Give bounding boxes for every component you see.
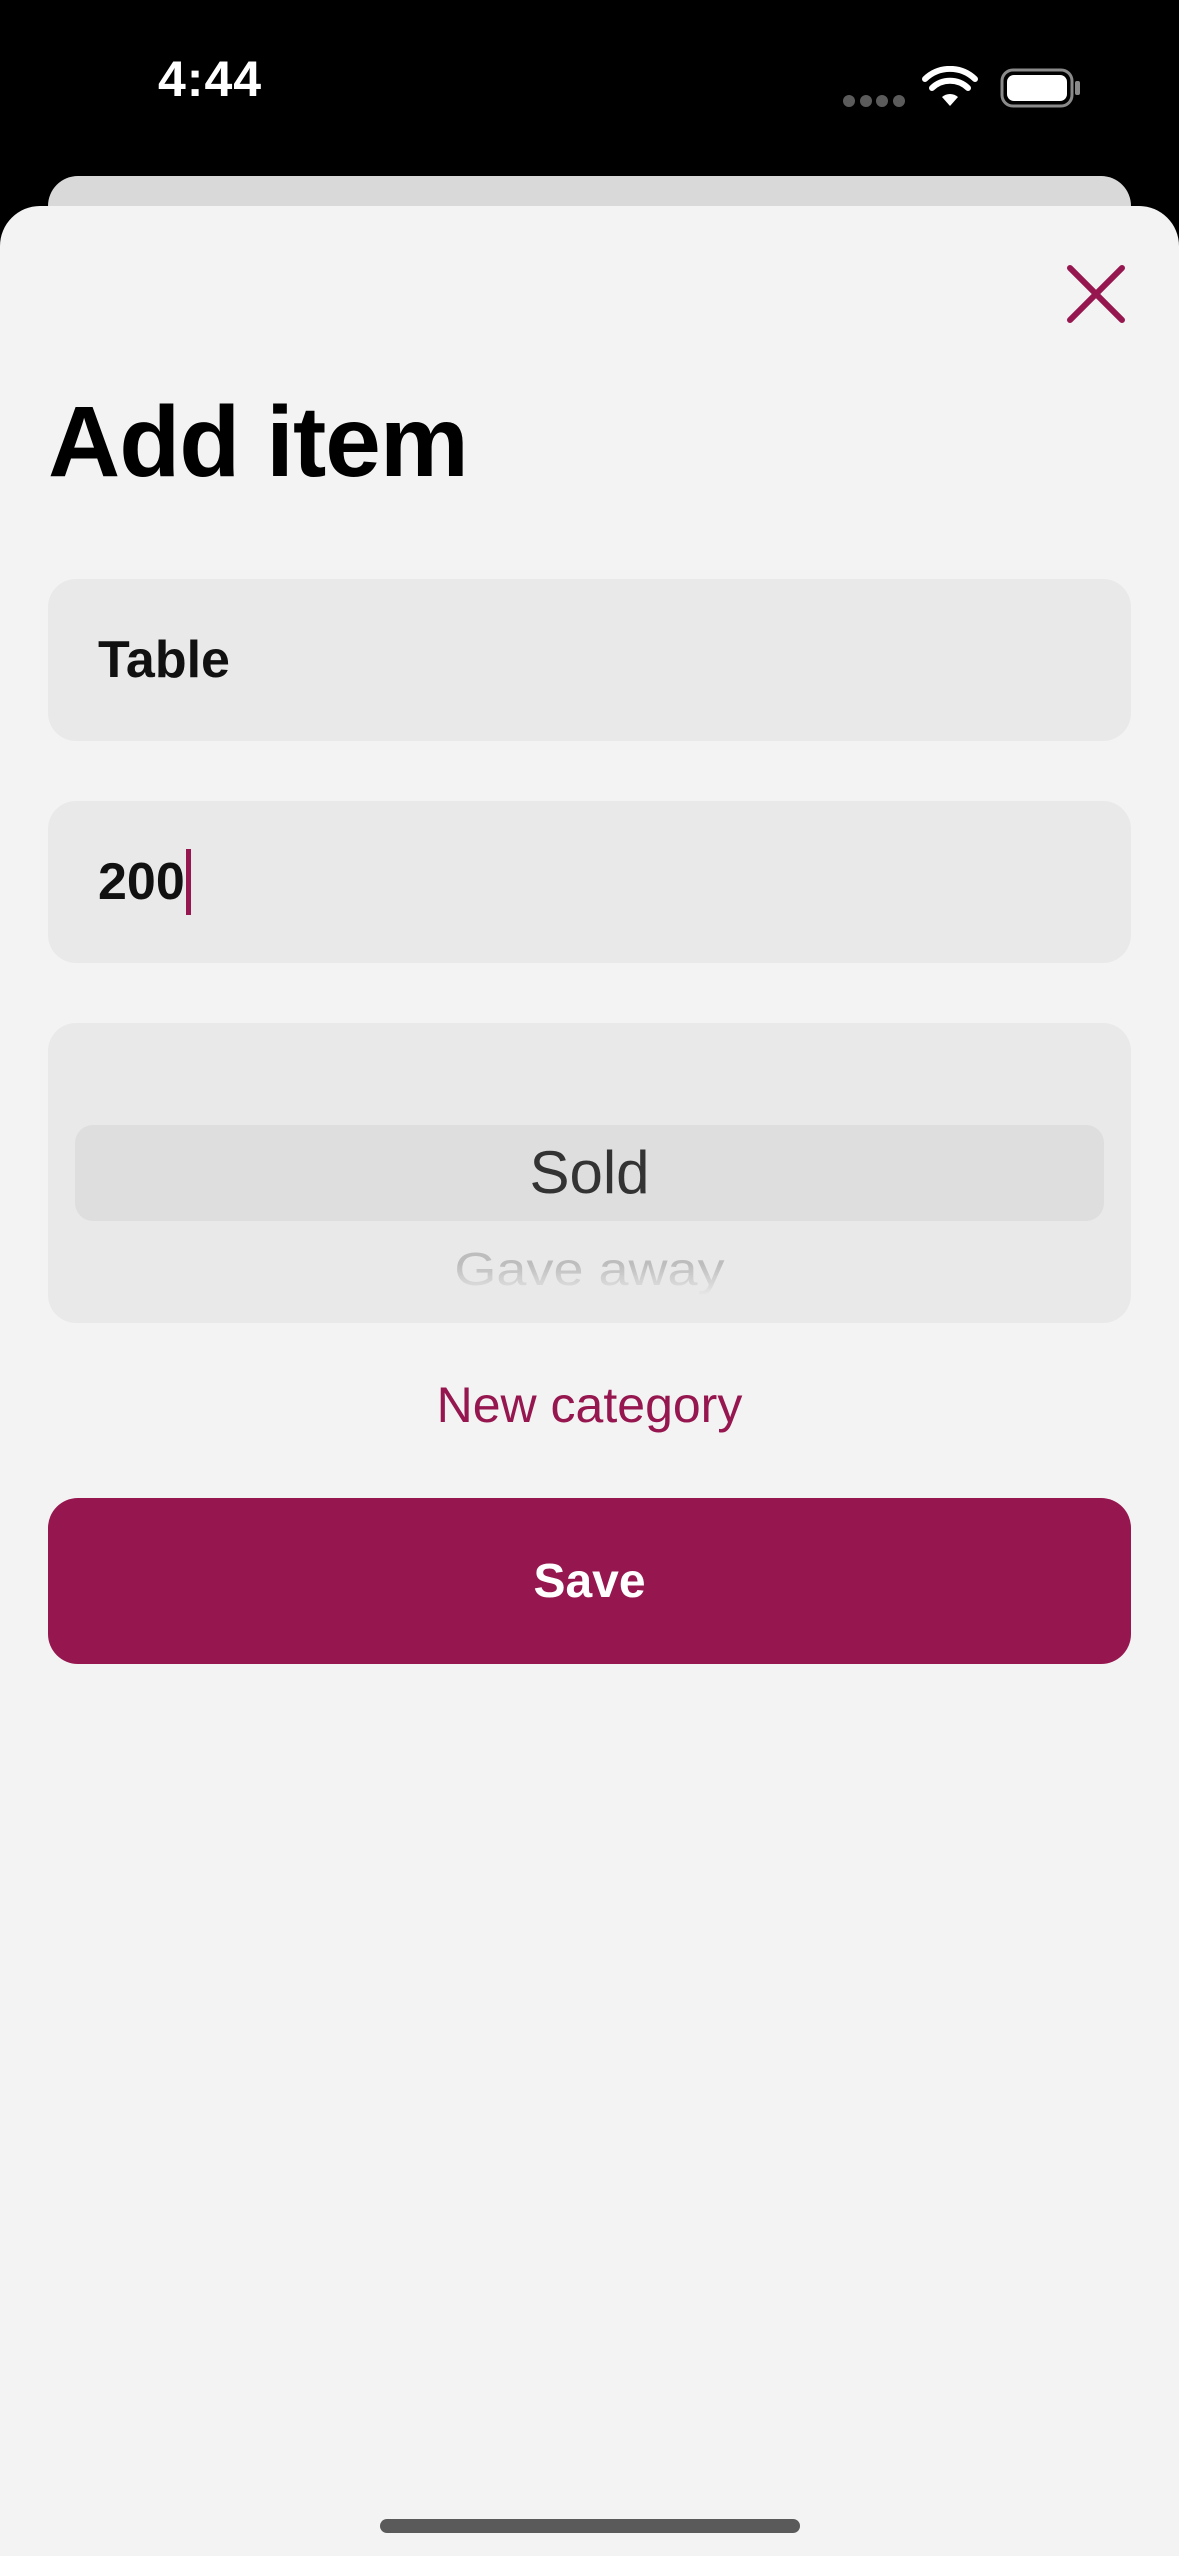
price-field[interactable]: 200 <box>48 801 1131 963</box>
item-name-text: Table <box>98 631 230 689</box>
picker-option-selected[interactable]: Sold <box>48 1125 1131 1221</box>
item-name-value: Table <box>98 630 230 690</box>
home-indicator <box>380 2519 800 2533</box>
status-bar: 4:44 <box>0 0 1179 175</box>
save-button[interactable]: Save <box>48 1498 1131 1664</box>
signal-dots-icon <box>843 95 905 107</box>
battery-icon <box>1000 68 1080 108</box>
status-time: 4:44 <box>158 51 263 107</box>
item-name-field[interactable]: Table <box>48 579 1131 741</box>
text-caret <box>185 849 191 915</box>
wifi-icon <box>922 66 978 106</box>
picker-option-next[interactable]: Gave away <box>48 1243 1131 1296</box>
new-category-link[interactable]: New category <box>0 1376 1179 1434</box>
price-value: 200 <box>98 849 191 915</box>
close-icon[interactable] <box>1060 258 1132 330</box>
category-picker[interactable]: Sold Gave away <box>48 1023 1131 1323</box>
page-title: Add item <box>48 386 469 498</box>
price-text: 200 <box>98 853 185 911</box>
